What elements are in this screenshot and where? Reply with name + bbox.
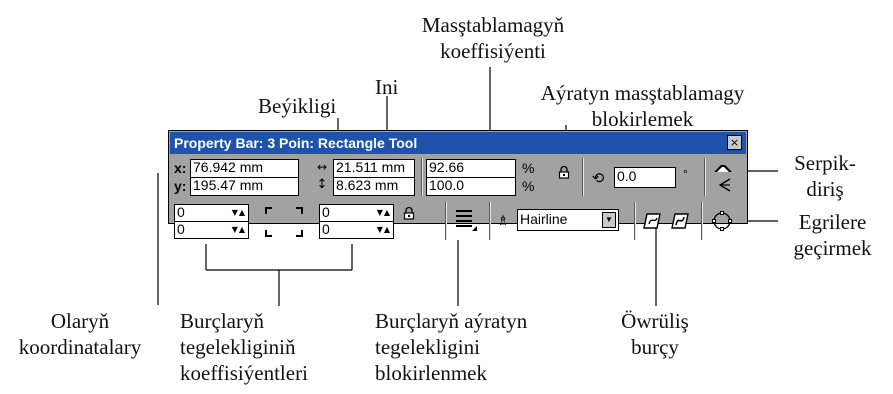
annotation-line: Burçlaryň <box>180 309 264 333</box>
rotation-angle-input[interactable]: 0.0 <box>614 167 676 188</box>
spinner-value: 0 <box>177 221 185 237</box>
spinner-value: 0 <box>177 204 185 220</box>
annotation-lock-scale: Aýratyn masştablamagy blokirlemek <box>505 80 780 132</box>
width-input[interactable]: 21.511 mm <box>333 159 415 178</box>
annotation-width: Ini <box>375 75 399 99</box>
outline-selected-value: Hairline <box>520 211 568 227</box>
outline-width-select[interactable]: Hairline ▼ <box>517 209 619 231</box>
corner-brackets-icon <box>256 205 312 239</box>
annotation-line: blokirlenmek <box>375 361 487 385</box>
scale-height-unit: % <box>522 178 535 194</box>
corner-top-left-spinner[interactable]: 0 ▼▲ <box>174 204 249 222</box>
spinner-arrows-icon[interactable]: ▼▲ <box>232 224 246 235</box>
outline-pen-icon: ♗ <box>496 213 510 229</box>
height-input[interactable]: 8.623 mm <box>333 177 415 196</box>
separator <box>421 158 423 196</box>
annotation-line: burçy <box>631 335 679 359</box>
annotation-line: blokirlemek <box>591 107 694 131</box>
spinner-arrows-icon[interactable]: ▼▲ <box>377 224 391 235</box>
convert-curves-icon[interactable] <box>641 210 663 232</box>
separator <box>701 202 703 240</box>
height-arrows-icon: ↕ <box>316 177 328 192</box>
annotation-line: Burçlaryň aýratyn <box>375 309 528 333</box>
x-label: x: <box>174 160 187 176</box>
annotation-coordinates: Olaryň koordinatalary <box>0 308 160 360</box>
wrap-text-icon[interactable] <box>454 207 478 233</box>
scale-height-input[interactable]: 100.0 <box>426 177 516 196</box>
convert-curves-icon[interactable] <box>669 210 691 232</box>
annotation-line: tegelekliginiň <box>180 335 296 359</box>
annotation-line: Aýratyn masştablamagy <box>540 81 745 105</box>
close-button[interactable]: × <box>727 135 742 150</box>
spinner-value: 0 <box>322 204 330 220</box>
corner-bottom-left-spinner[interactable]: 0 ▼▲ <box>174 221 249 239</box>
mirror-icon[interactable] <box>716 177 734 193</box>
rotate-icon: ⟲ <box>591 169 605 187</box>
separator <box>634 202 636 240</box>
ellipse-icon[interactable] <box>710 209 734 233</box>
annotation-line: Öwrüliş <box>621 309 689 333</box>
separator <box>704 158 706 196</box>
corner-top-right-spinner[interactable]: 0 ▼▲ <box>319 204 394 222</box>
annotation-scale-factor: Masştablamagyň koeffisiýenti <box>378 12 608 64</box>
y-position-input[interactable]: 195.47 mm <box>190 177 299 196</box>
window-title: Property Bar: 3 Poin: Rectangle Tool <box>174 135 418 151</box>
degree-unit: ° <box>683 167 688 181</box>
annotation-line: diriş <box>806 177 844 201</box>
annotation-line: Egrilere <box>798 210 867 234</box>
scale-width-input[interactable]: 92.66 <box>426 159 516 178</box>
spinner-value: 0 <box>322 221 330 237</box>
y-label: y: <box>174 178 187 194</box>
scale-width-unit: % <box>522 160 535 176</box>
annotation-convert: Egrilere geçirmek <box>780 209 885 261</box>
property-bar-window: Property Bar: 3 Poin: Rectangle Tool × x… <box>168 130 748 240</box>
mirror-icon[interactable] <box>712 161 734 175</box>
annotation-corner-roundness: Burçlaryň tegelekliginiň koeffisiýentler… <box>180 308 308 386</box>
separator <box>582 158 584 196</box>
title-bar[interactable]: Property Bar: 3 Poin: Rectangle Tool × <box>170 132 746 154</box>
lock-icon[interactable] <box>557 164 571 179</box>
annotation-lock-corners: Burçlaryň aýratyn tegelekligini blokirle… <box>375 308 527 386</box>
annotation-line: koeffisiýentleri <box>180 361 308 385</box>
annotation-line: Olaryň <box>50 309 110 333</box>
lock-icon[interactable] <box>402 205 416 220</box>
dropdown-icon[interactable]: ▼ <box>602 212 616 228</box>
annotation-line: Serpik- <box>794 151 856 175</box>
spinner-arrows-icon[interactable]: ▼▲ <box>377 207 391 218</box>
spinner-arrows-icon[interactable]: ▼▲ <box>232 207 246 218</box>
width-arrows-icon: ↔ <box>316 160 328 174</box>
annotation-mirror: Serpik- diriş <box>780 150 870 202</box>
annotation-line: koeffisiýenti <box>440 39 546 63</box>
separator <box>445 202 447 240</box>
annotation-line: Masştablamagyň <box>421 13 565 37</box>
annotation-line: koordinatalary <box>18 335 142 359</box>
annotation-line: tegelekligini <box>375 335 480 359</box>
x-position-input[interactable]: 76.942 mm <box>190 159 299 178</box>
annotation-height: Beýikligi <box>258 94 337 118</box>
corner-bottom-right-spinner[interactable]: 0 ▼▲ <box>319 221 394 239</box>
annotation-line: geçirmek <box>793 236 872 260</box>
annotation-rotation-angle: Öwrüliş burçy <box>600 308 710 360</box>
separator <box>489 202 491 240</box>
